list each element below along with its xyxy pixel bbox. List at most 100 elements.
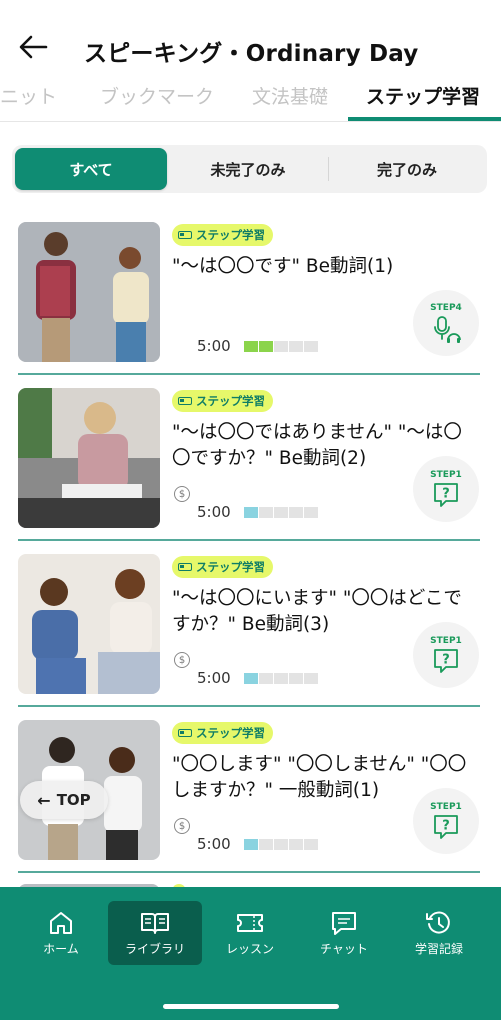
progress-segment [244,341,258,352]
step-learning-tag: ステップ学習 [172,224,273,246]
lesson-duration: 5:00 [197,835,231,853]
progress-segment [289,673,303,684]
home-indicator [163,1004,339,1009]
progress-segment [274,341,288,352]
lesson-thumbnail [18,222,160,362]
progress-segment [304,673,318,684]
page-title: スピーキング・Ordinary Day [84,41,419,67]
progress-segment [274,507,288,518]
step-badge[interactable]: STEP1 ? [413,456,479,522]
progress-segment [289,507,303,518]
progress-segment [274,673,288,684]
step-label: STEP1 [430,801,462,812]
progress-segment [304,839,318,850]
card-divider [18,373,480,375]
bottom-navigation: ホーム ライブラリ レッスン チャット 学習記録 [0,887,501,1020]
svg-text:?: ? [442,652,450,667]
lesson-thumbnail [18,388,160,528]
back-arrow-icon [19,35,48,59]
filter-complete[interactable]: 完了のみ [330,148,484,190]
coin-icon: $ [174,818,190,834]
battery-icon [178,729,192,737]
progress-segment [244,839,258,850]
history-icon [426,911,450,933]
progress-segment [289,341,303,352]
progress-segment [259,341,273,352]
nav-home[interactable]: ホーム [14,901,108,965]
progress-segment [244,673,258,684]
lesson-thumbnail [18,554,160,694]
lesson-duration: 5:00 [197,503,231,521]
nav-library-label: ライブラリ [124,941,185,956]
step-badge[interactable]: STEP1 ? [413,788,479,854]
coin-icon: $ [174,486,190,502]
ticket-icon [237,913,263,932]
back-button[interactable] [16,30,50,64]
scroll-top-button[interactable]: ← TOP [20,781,108,819]
card-divider [18,705,480,707]
chat-icon [332,911,356,935]
step-badge[interactable]: STEP1 ? [413,622,479,688]
step-badge[interactable]: STEP4 [413,290,479,356]
card-divider [18,539,480,541]
filter-all[interactable]: すべて [15,148,167,190]
nav-library[interactable]: ライブラリ [108,901,202,965]
lesson-card[interactable]: ステップ学習 "〜は〇〇にいます" "〇〇はどこですか？" Be動詞(3) $ … [0,542,501,708]
battery-icon [178,231,192,239]
tab-bar: ニット ブックマーク 文法基礎 ステップ学習 [0,74,501,122]
step-label: STEP1 [430,635,462,646]
card-divider [18,871,480,873]
lesson-card[interactable]: ステップ学習 "〜は〇〇ではありません" "〜は〇〇ですか？" Be動詞(2) … [0,376,501,542]
filter-divider [328,157,329,181]
lesson-duration: 5:00 [197,669,231,687]
lesson-progress [244,673,318,684]
progress-segment [259,839,273,850]
step-learning-tag: ステップ学習 [172,722,273,744]
home-icon [50,911,72,934]
lesson-progress [244,341,318,352]
left-arrow-icon: ← [37,790,51,810]
progress-segment [259,673,273,684]
step-label: STEP1 [430,469,462,480]
header: スピーキング・Ordinary Day [0,0,501,70]
svg-text:?: ? [442,486,450,501]
question-bubble-icon: ? [434,648,458,673]
mic-headphones-icon [434,315,461,343]
nav-history-label: 学習記録 [414,941,463,956]
scroll-top-label: TOP [56,791,91,809]
step-learning-tag: ステップ学習 [172,390,273,412]
nav-history[interactable]: 学習記録 [392,901,486,965]
filter-incomplete[interactable]: 未完了のみ [170,148,326,190]
progress-segment [244,507,258,518]
tab-step-learning[interactable]: ステップ学習 [366,82,480,109]
step-label: STEP4 [430,302,462,313]
nav-chat[interactable]: チャット [297,901,391,965]
lesson-progress [244,839,318,850]
progress-segment [274,839,288,850]
battery-icon [178,397,192,405]
coin-icon: $ [174,652,190,668]
question-bubble-icon: ? [434,482,458,507]
progress-segment [304,507,318,518]
tab-grammar-basics[interactable]: 文法基礎 [252,82,328,109]
nav-chat-label: チャット [320,941,368,956]
svg-text:?: ? [442,818,450,833]
tab-active-indicator [348,117,501,121]
lesson-title: "〜は〇〇です" Be動詞(1) [172,256,394,277]
nav-lesson[interactable]: レッスン [203,901,297,965]
nav-lesson-label: レッスン [225,941,274,956]
tab-bookmark[interactable]: ブックマーク [100,82,214,109]
step-learning-tag: ステップ学習 [172,556,273,578]
progress-segment [259,507,273,518]
tab-unit[interactable]: ニット [0,82,57,109]
book-icon [141,912,169,934]
progress-segment [289,839,303,850]
question-bubble-icon: ? [434,814,458,839]
progress-segment [304,341,318,352]
battery-icon [178,563,192,571]
lesson-duration: 5:00 [197,337,231,355]
filter-segmented-control: すべて 未完了のみ 完了のみ [12,145,487,193]
nav-home-label: ホーム [43,941,79,956]
lesson-progress [244,507,318,518]
lesson-card[interactable]: ステップ学習 "〜は〇〇です" Be動詞(1) 5:00 STEP4 [0,210,501,376]
